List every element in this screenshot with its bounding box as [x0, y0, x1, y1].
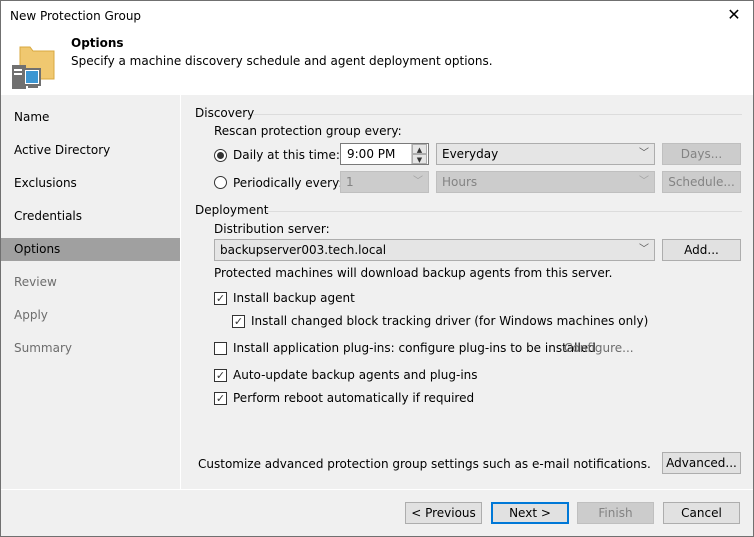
- install-cbt-checkbox[interactable]: ✓: [232, 315, 245, 328]
- page-subtitle: Specify a machine discovery schedule and…: [71, 54, 493, 68]
- wizard-steps: Name Active Directory Exclusions Credent…: [1, 95, 181, 489]
- spin-down-icon[interactable]: ▼: [412, 154, 427, 164]
- advanced-button[interactable]: Advanced...: [662, 452, 741, 474]
- auto-reboot-checkbox[interactable]: ✓: [214, 392, 227, 405]
- daily-radio[interactable]: [214, 149, 227, 162]
- discovery-divider: [252, 114, 742, 115]
- daily-frequency-value: Everyday: [442, 147, 499, 161]
- periodic-unit-value: Hours: [442, 175, 478, 189]
- window-title: New Protection Group: [10, 9, 142, 23]
- configure-plugins-link: Configure...: [564, 341, 634, 355]
- periodic-radio[interactable]: [214, 176, 227, 189]
- page-title: Options: [71, 36, 124, 50]
- periodic-radio-label[interactable]: Periodically every:: [233, 176, 342, 190]
- auto-reboot-label[interactable]: Perform reboot automatically if required: [233, 391, 474, 405]
- sidebar-item-name[interactable]: Name: [1, 106, 180, 129]
- close-icon[interactable]: ✕: [725, 6, 743, 24]
- sidebar-item-options[interactable]: Options: [1, 238, 180, 261]
- chevron-down-icon: ﹀: [639, 244, 649, 255]
- rescan-label: Rescan protection group every:: [214, 124, 402, 138]
- distribution-server-select[interactable]: backupserver003.tech.local ﹀: [214, 239, 655, 261]
- install-agent-checkbox[interactable]: ✓: [214, 292, 227, 305]
- periodic-unit-select[interactable]: Hours ﹀: [436, 171, 655, 193]
- sidebar-item-active-directory[interactable]: Active Directory: [1, 139, 180, 162]
- wizard-footer: < Previous Next > Finish Cancel: [1, 489, 753, 536]
- chevron-down-icon: ﹀: [413, 176, 423, 187]
- daily-time-input[interactable]: 9:00 PM ▲ ▼: [340, 143, 429, 165]
- distribution-server-label: Distribution server:: [214, 222, 330, 236]
- protection-group-icon: [12, 46, 55, 89]
- daily-frequency-select[interactable]: Everyday ﹀: [436, 143, 655, 165]
- chevron-down-icon: ﹀: [639, 176, 649, 187]
- chevron-down-icon: ﹀: [639, 148, 649, 159]
- sidebar-item-apply: Apply: [14, 308, 48, 322]
- install-plugins-checkbox[interactable]: [214, 342, 227, 355]
- sidebar-item-review: Review: [14, 275, 57, 289]
- deployment-group-label: Deployment: [195, 203, 269, 217]
- previous-button[interactable]: < Previous: [405, 502, 482, 524]
- wizard-window: New Protection Group ✕ Options Specify a…: [0, 0, 754, 537]
- advanced-description: Customize advanced protection group sett…: [198, 457, 651, 471]
- daily-time-value: 9:00 PM: [347, 147, 396, 161]
- sidebar-item-exclusions[interactable]: Exclusions: [1, 172, 180, 195]
- deployment-divider: [266, 211, 742, 212]
- distribution-server-value: backupserver003.tech.local: [220, 243, 387, 257]
- periodic-interval-select[interactable]: 1 ﹀: [340, 171, 429, 193]
- periodic-interval-value: 1: [346, 175, 354, 189]
- options-panel: Discovery Rescan protection group every:…: [182, 95, 753, 489]
- auto-update-label[interactable]: Auto-update backup agents and plug-ins: [233, 368, 478, 382]
- spin-up-icon[interactable]: ▲: [412, 144, 427, 154]
- cancel-button[interactable]: Cancel: [663, 502, 740, 524]
- discovery-group-label: Discovery: [195, 106, 255, 120]
- next-button[interactable]: Next >: [491, 502, 569, 524]
- install-cbt-label[interactable]: Install changed block tracking driver (f…: [251, 314, 648, 328]
- title-bar: New Protection Group ✕: [1, 1, 753, 32]
- sidebar-item-summary: Summary: [14, 341, 72, 355]
- install-plugins-label[interactable]: Install application plug-ins: configure …: [233, 341, 596, 355]
- auto-update-checkbox[interactable]: ✓: [214, 369, 227, 382]
- sidebar-item-credentials[interactable]: Credentials: [1, 205, 180, 228]
- server-hint: Protected machines will download backup …: [214, 266, 613, 280]
- time-spinner[interactable]: ▲ ▼: [411, 144, 427, 164]
- add-server-button[interactable]: Add...: [662, 239, 741, 261]
- wizard-header: Options Specify a machine discovery sche…: [1, 32, 753, 95]
- daily-radio-label[interactable]: Daily at this time:: [233, 148, 340, 162]
- days-button[interactable]: Days...: [662, 143, 741, 165]
- schedule-button[interactable]: Schedule...: [662, 171, 741, 193]
- finish-button: Finish: [577, 502, 654, 524]
- install-agent-label[interactable]: Install backup agent: [233, 291, 355, 305]
